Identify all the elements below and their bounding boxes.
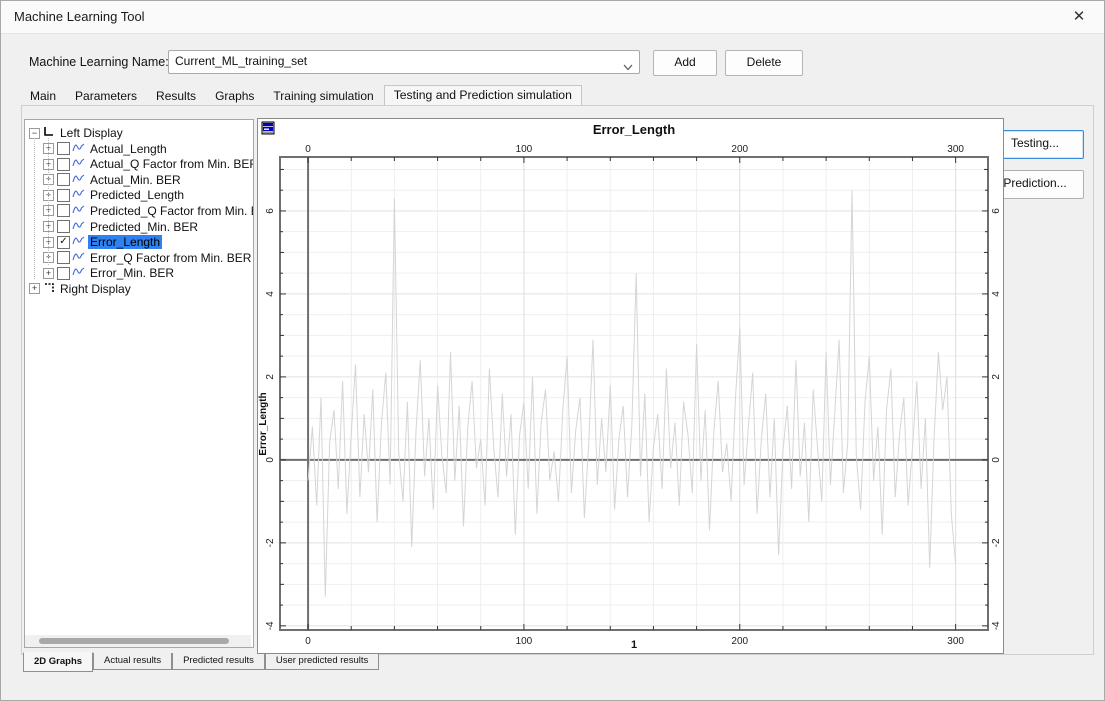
svg-text:-4: -4 xyxy=(265,621,276,630)
tree-item-label[interactable]: Actual_Length xyxy=(88,142,169,156)
tree-item-predicted-min-ber[interactable]: +Predicted_Min. BER xyxy=(27,218,253,234)
svg-text:-2: -2 xyxy=(991,538,1002,547)
svg-text:0: 0 xyxy=(991,457,1002,463)
tree-item-label[interactable]: Actual_Min. BER xyxy=(88,173,183,187)
tree-item-actual-q-factor-from-min-ber[interactable]: +Actual_Q Factor from Min. BER xyxy=(27,155,253,171)
checkbox[interactable]: ✓ xyxy=(57,236,70,249)
tree-connector-line xyxy=(34,138,35,279)
tree-item-label[interactable]: Error_Length xyxy=(88,235,162,249)
tree-connector-line xyxy=(48,138,49,265)
tab-main[interactable]: Main xyxy=(21,87,65,106)
tree-item-actual-min-ber[interactable]: +Actual_Min. BER xyxy=(27,171,253,187)
collapse-icon[interactable]: − xyxy=(29,128,40,139)
svg-text:0: 0 xyxy=(305,144,311,155)
checkbox[interactable] xyxy=(57,189,70,202)
graph-panel[interactable]: 0 0 100 100 200 200 300 300 -4 -4 -2 -2 0 0 2 2 4 4 6 6 Erro… xyxy=(257,118,1004,654)
expand-icon[interactable]: + xyxy=(43,268,54,279)
svg-text:6: 6 xyxy=(265,208,276,214)
checkbox[interactable] xyxy=(57,142,70,155)
tree-item-label[interactable]: Predicted_Length xyxy=(88,188,186,202)
checkbox[interactable] xyxy=(57,204,70,217)
display-tree-panel: −Left Display+Actual_Length+Actual_Q Fac… xyxy=(24,119,254,648)
svg-text:0: 0 xyxy=(265,457,276,463)
add-button[interactable]: Add xyxy=(653,50,717,76)
svg-text:2: 2 xyxy=(991,374,1002,380)
svg-text:100: 100 xyxy=(516,636,533,647)
expand-icon[interactable]: + xyxy=(29,283,40,294)
tree-item-label[interactable]: Predicted_Min. BER xyxy=(88,220,200,234)
tree-item-actual-length[interactable]: +Actual_Length xyxy=(27,140,253,156)
tree-item-left-display[interactable]: − Left Display xyxy=(27,124,253,140)
y-axis-title: Error_Length xyxy=(258,392,269,455)
chart-title: Error_Length xyxy=(593,122,675,137)
tab-graphs[interactable]: Graphs xyxy=(206,87,263,106)
right-display-icon xyxy=(43,280,55,298)
tab-testing-and-prediction-simulation[interactable]: Testing and Prediction simulation xyxy=(384,85,582,107)
svg-text:0: 0 xyxy=(305,636,311,647)
bottom-tab-user-predicted-results[interactable]: User predicted results xyxy=(265,653,379,670)
svg-text:100: 100 xyxy=(516,144,533,155)
svg-text:-2: -2 xyxy=(265,538,276,547)
svg-text:4: 4 xyxy=(991,291,1002,297)
svg-text:300: 300 xyxy=(947,144,964,155)
svg-text:6: 6 xyxy=(991,208,1002,214)
tree-item-predicted-length[interactable]: +Predicted_Length xyxy=(27,186,253,202)
window-title: Machine Learning Tool xyxy=(14,9,145,24)
tree-item-label[interactable]: Error_Min. BER xyxy=(88,266,176,280)
chevron-down-icon xyxy=(623,58,633,76)
ml-name-value: Current_ML_training_set xyxy=(175,54,307,68)
tree-item-error-length[interactable]: +✓Error_Length xyxy=(27,233,253,249)
tree-horizontal-scrollbar[interactable] xyxy=(25,635,251,647)
tree-item-error-q-factor-from-min-ber[interactable]: +Error_Q Factor from Min. BER xyxy=(27,249,253,265)
tree-item-label[interactable]: Right Display xyxy=(58,282,133,296)
bottom-tab-2d-graphs[interactable]: 2D Graphs xyxy=(23,652,93,672)
tree-item-label[interactable]: Left Display xyxy=(58,126,125,140)
graph-window-icon[interactable] xyxy=(261,121,276,136)
error-length-chart[interactable]: 0 0 100 100 200 200 300 300 -4 -4 -2 -2 0 0 2 2 4 4 6 6 Erro… xyxy=(258,119,1003,653)
x-axis-title: 1 xyxy=(631,639,637,651)
bottom-tab-bar: 2D GraphsActual resultsPredicted results… xyxy=(23,653,379,671)
checkbox[interactable] xyxy=(57,251,70,264)
tab-content-area: −Left Display+Actual_Length+Actual_Q Fac… xyxy=(21,105,1094,655)
close-icon[interactable]: ✕ xyxy=(1068,7,1090,27)
ml-name-label: Machine Learning Name: xyxy=(29,55,169,69)
bottom-tab-actual-results[interactable]: Actual results xyxy=(93,653,172,670)
tab-training-simulation[interactable]: Training simulation xyxy=(264,87,382,106)
ml-name-combobox[interactable]: Current_ML_training_set xyxy=(168,50,640,74)
machine-learning-tool-window: Machine Learning Tool ✕ Machine Learning… xyxy=(0,0,1105,701)
tree-item-predicted-q-factor-from-min-ber[interactable]: +Predicted_Q Factor from Min. BER xyxy=(27,202,253,218)
top-tab-bar: MainParametersResultsGraphsTraining simu… xyxy=(21,86,583,105)
tab-results[interactable]: Results xyxy=(147,87,205,106)
tree-item-label[interactable]: Error_Q Factor from Min. BER xyxy=(88,251,253,265)
checkbox[interactable] xyxy=(57,173,70,186)
tab-parameters[interactable]: Parameters xyxy=(66,87,146,106)
tree-item-right-display[interactable]: + Right Display xyxy=(27,280,253,296)
delete-button[interactable]: Delete xyxy=(725,50,803,76)
svg-text:200: 200 xyxy=(731,636,748,647)
tree-item-label[interactable]: Actual_Q Factor from Min. BER xyxy=(88,157,254,171)
svg-text:-4: -4 xyxy=(991,621,1002,630)
checkbox[interactable] xyxy=(57,158,70,171)
display-tree: −Left Display+Actual_Length+Actual_Q Fac… xyxy=(27,124,253,296)
tree-item-label[interactable]: Predicted_Q Factor from Min. BER xyxy=(88,204,254,218)
svg-text:2: 2 xyxy=(265,374,276,380)
title-bar: Machine Learning Tool ✕ xyxy=(1,1,1104,34)
tree-item-error-min-ber[interactable]: + Error_Min. BER xyxy=(27,264,253,280)
scrollbar-thumb[interactable] xyxy=(39,638,229,644)
bottom-tab-predicted-results[interactable]: Predicted results xyxy=(172,653,265,670)
checkbox[interactable] xyxy=(57,220,70,233)
svg-text:4: 4 xyxy=(265,291,276,297)
svg-text:300: 300 xyxy=(947,636,964,647)
checkbox[interactable] xyxy=(57,267,70,280)
svg-text:200: 200 xyxy=(731,144,748,155)
